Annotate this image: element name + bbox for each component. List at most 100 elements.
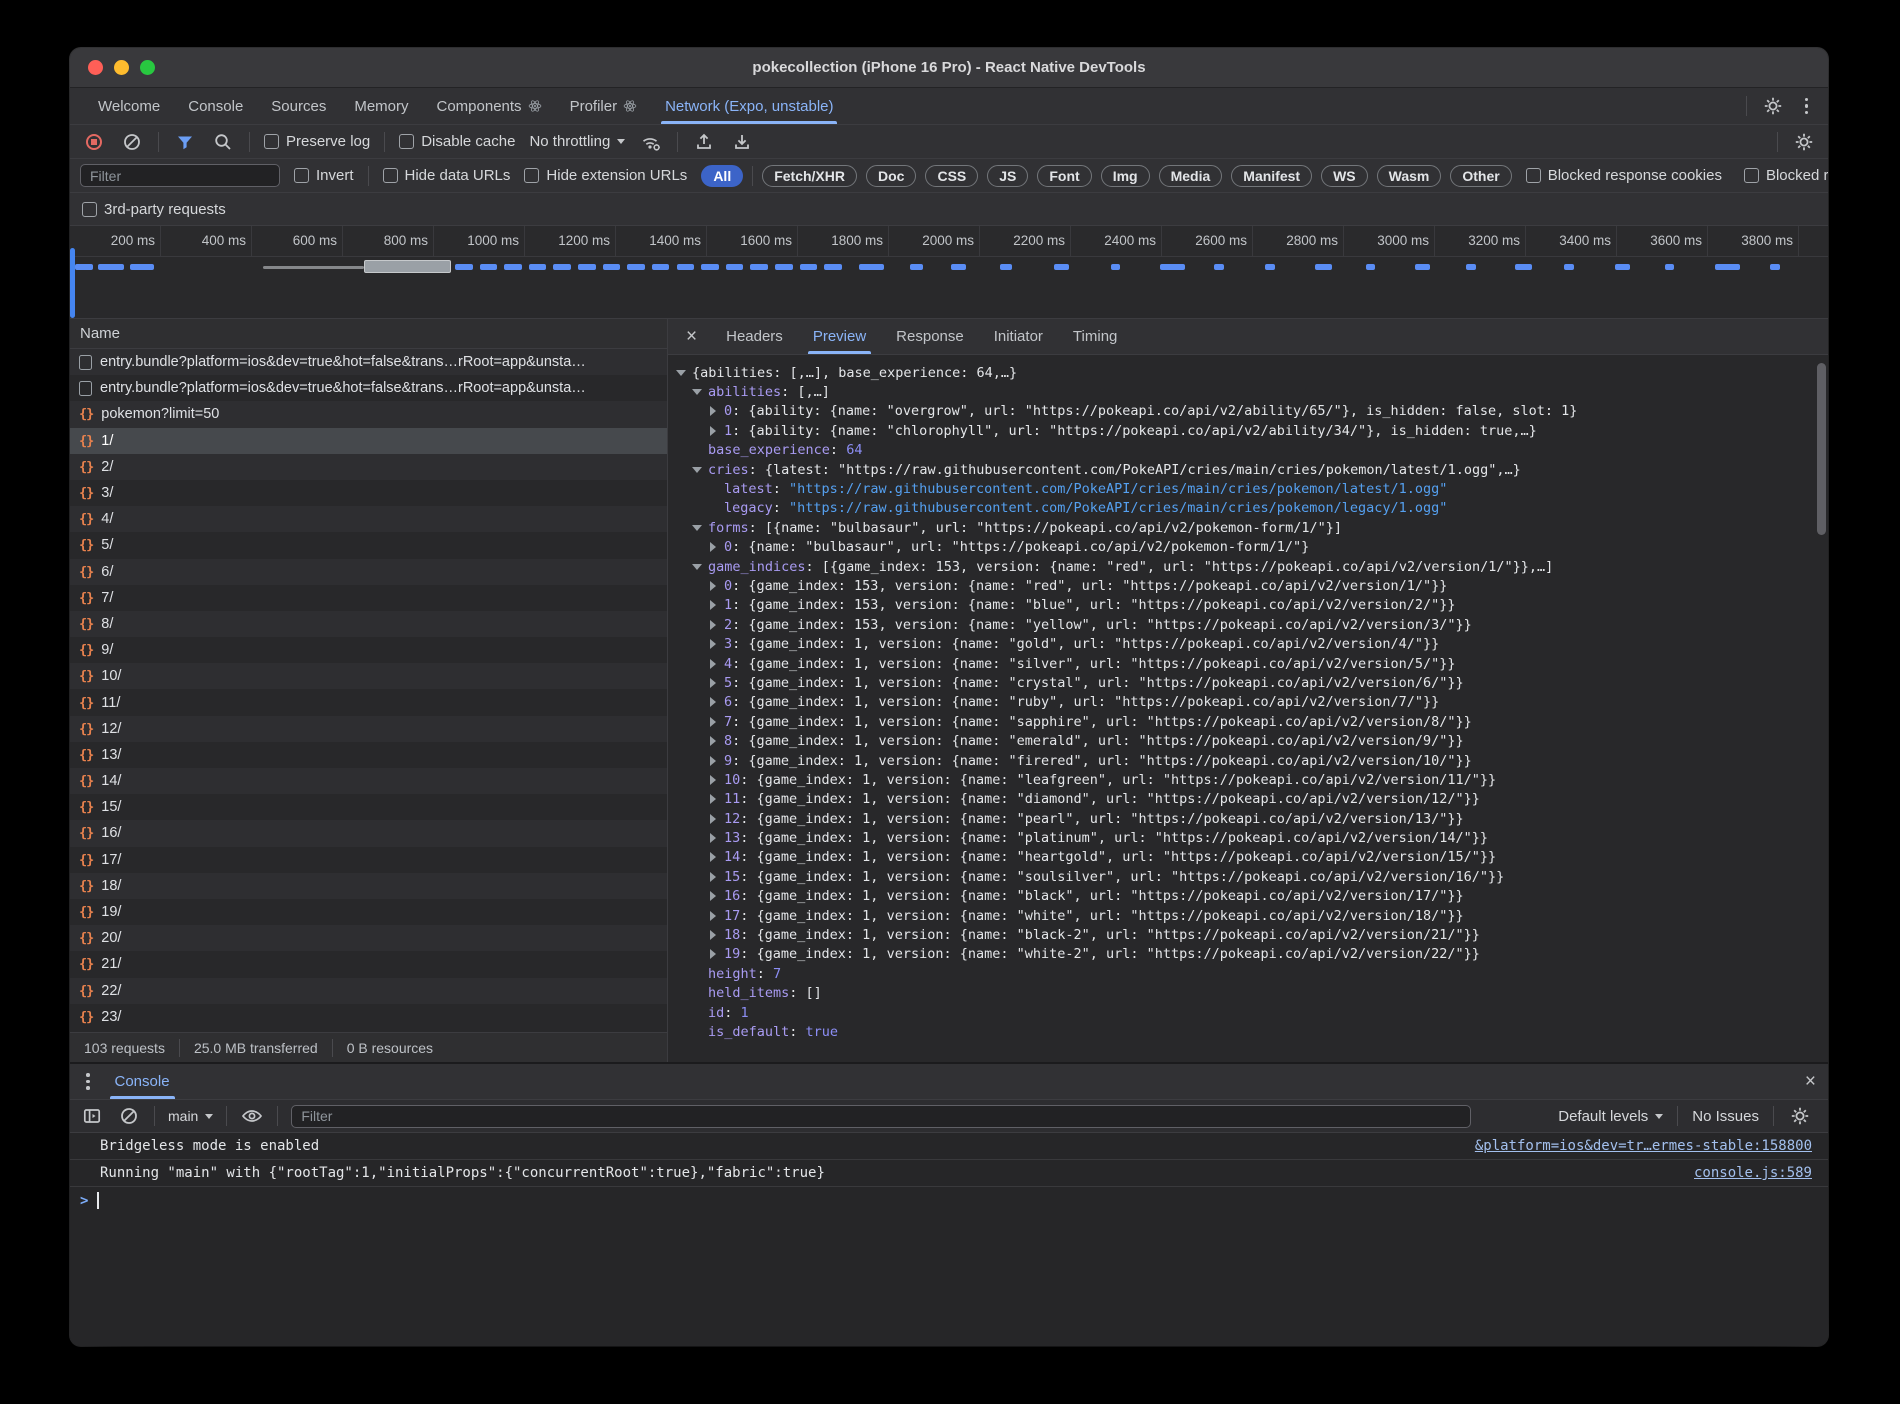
json-tree-row[interactable]: 1: {ability: {name: "chlorophyll", url: … bbox=[676, 421, 1828, 440]
collapsed-arrow-icon[interactable] bbox=[710, 620, 716, 630]
collapsed-arrow-icon[interactable] bbox=[710, 426, 716, 436]
checkbox-box[interactable] bbox=[264, 134, 279, 149]
log-levels-dropdown[interactable]: Default levels bbox=[1558, 1108, 1663, 1125]
filter-chip-all[interactable]: All bbox=[701, 165, 743, 187]
network-settings-gear-icon[interactable] bbox=[1792, 130, 1816, 154]
collapsed-arrow-icon[interactable] bbox=[710, 775, 716, 785]
json-tree-row[interactable]: is_default: true bbox=[676, 1022, 1828, 1041]
json-tree-row[interactable]: legacy: "https://raw.githubusercontent.c… bbox=[676, 499, 1828, 518]
hide-data-urls-checkbox[interactable]: Hide data URLs bbox=[383, 167, 511, 184]
detail-tab-initiator[interactable]: Initiator bbox=[981, 319, 1056, 354]
expanded-arrow-icon[interactable] bbox=[692, 525, 702, 531]
request-row[interactable]: {}2/ bbox=[70, 454, 667, 480]
json-tree-row[interactable]: 0: {ability: {name: "overgrow", url: "ht… bbox=[676, 402, 1828, 421]
more-options-icon[interactable] bbox=[1799, 96, 1815, 117]
expanded-arrow-icon[interactable] bbox=[676, 370, 686, 376]
json-tree-row[interactable]: 8: {game_index: 1, version: {name: "emer… bbox=[676, 731, 1828, 750]
expanded-arrow-icon[interactable] bbox=[692, 389, 702, 395]
request-row[interactable]: {}10/ bbox=[70, 663, 667, 689]
request-row[interactable]: {}11/ bbox=[70, 689, 667, 715]
blocked-requests-checkbox[interactable]: Blocked requests bbox=[1744, 167, 1828, 184]
detail-tab-timing[interactable]: Timing bbox=[1060, 319, 1130, 354]
request-row[interactable]: {}16/ bbox=[70, 820, 667, 846]
tab-network-expo-unstable[interactable]: Network (Expo, unstable) bbox=[651, 88, 847, 124]
export-har-icon[interactable] bbox=[730, 130, 754, 154]
collapsed-arrow-icon[interactable] bbox=[710, 891, 716, 901]
collapsed-arrow-icon[interactable] bbox=[710, 833, 716, 843]
filter-chip-wasm[interactable]: Wasm bbox=[1377, 165, 1442, 187]
collapsed-arrow-icon[interactable] bbox=[710, 911, 716, 921]
third-party-requests-checkbox[interactable]: 3rd-party requests bbox=[82, 201, 226, 218]
request-row[interactable]: {}14/ bbox=[70, 768, 667, 794]
request-row[interactable]: {}22/ bbox=[70, 978, 667, 1004]
request-row[interactable]: {}21/ bbox=[70, 951, 667, 977]
checkbox-box[interactable] bbox=[383, 168, 398, 183]
request-row[interactable]: {}13/ bbox=[70, 742, 667, 768]
close-detail-icon[interactable]: × bbox=[674, 319, 709, 354]
checkbox-box[interactable] bbox=[524, 168, 539, 183]
request-row[interactable]: entry.bundle?platform=ios&dev=true&hot=f… bbox=[70, 349, 667, 375]
filter-chip-font[interactable]: Font bbox=[1037, 165, 1091, 187]
live-expression-eye-icon[interactable] bbox=[240, 1104, 264, 1128]
filter-funnel-icon[interactable] bbox=[173, 130, 197, 154]
json-tree-row[interactable]: 16: {game_index: 1, version: {name: "bla… bbox=[676, 887, 1828, 906]
tab-console[interactable]: Console bbox=[174, 88, 257, 124]
json-tree-row[interactable]: {abilities: [,…], base_experience: 64,…} bbox=[676, 363, 1828, 382]
collapsed-arrow-icon[interactable] bbox=[710, 678, 716, 688]
close-drawer-icon[interactable]: × bbox=[1793, 1064, 1828, 1099]
blocked-response-cookies-checkbox[interactable]: Blocked response cookies bbox=[1526, 167, 1722, 184]
request-row[interactable]: {}17/ bbox=[70, 847, 667, 873]
json-tree-row[interactable]: 14: {game_index: 1, version: {name: "hea… bbox=[676, 848, 1828, 867]
filter-chip-fetch-xhr[interactable]: Fetch/XHR bbox=[762, 165, 857, 187]
network-filter-input[interactable] bbox=[80, 164, 280, 187]
request-row[interactable]: {}pokemon?limit=50 bbox=[70, 401, 667, 427]
collapsed-arrow-icon[interactable] bbox=[710, 794, 716, 804]
console-context-selector[interactable]: main bbox=[168, 1108, 213, 1124]
request-row[interactable]: {}20/ bbox=[70, 925, 667, 951]
request-row[interactable]: {}12/ bbox=[70, 716, 667, 742]
checkbox-box[interactable] bbox=[399, 134, 414, 149]
tab-profiler[interactable]: Profiler bbox=[556, 88, 652, 124]
request-row[interactable]: {}1/ bbox=[70, 428, 667, 454]
json-tree-row[interactable]: 9: {game_index: 1, version: {name: "fire… bbox=[676, 751, 1828, 770]
collapsed-arrow-icon[interactable] bbox=[710, 756, 716, 766]
timeline-selection-handle[interactable] bbox=[70, 248, 75, 318]
json-tree-row[interactable]: 19: {game_index: 1, version: {name: "whi… bbox=[676, 945, 1828, 964]
request-row[interactable]: {}18/ bbox=[70, 873, 667, 899]
hide-extension-urls-checkbox[interactable]: Hide extension URLs bbox=[524, 167, 687, 184]
json-tree-row[interactable]: id: 1 bbox=[676, 1003, 1828, 1022]
json-tree-row[interactable]: cries: {latest: "https://raw.githubuserc… bbox=[676, 460, 1828, 479]
json-tree-row[interactable]: game_indices: [{game_index: 153, version… bbox=[676, 557, 1828, 576]
name-column-header[interactable]: Name bbox=[80, 325, 120, 342]
preserve-log-checkbox[interactable]: Preserve log bbox=[264, 133, 370, 150]
filter-chip-css[interactable]: CSS bbox=[925, 165, 978, 187]
json-tree-row[interactable]: 10: {game_index: 1, version: {name: "lea… bbox=[676, 770, 1828, 789]
checkbox-box[interactable] bbox=[294, 168, 309, 183]
collapsed-arrow-icon[interactable] bbox=[710, 814, 716, 824]
tab-components[interactable]: Components bbox=[423, 88, 556, 124]
filter-chip-ws[interactable]: WS bbox=[1321, 165, 1368, 187]
expanded-arrow-icon[interactable] bbox=[692, 467, 702, 473]
json-tree-row[interactable]: 12: {game_index: 1, version: {name: "pea… bbox=[676, 809, 1828, 828]
json-tree-row[interactable]: 5: {game_index: 1, version: {name: "crys… bbox=[676, 673, 1828, 692]
json-tree-row[interactable]: 6: {game_index: 1, version: {name: "ruby… bbox=[676, 693, 1828, 712]
checkbox-box[interactable] bbox=[1744, 168, 1759, 183]
import-har-icon[interactable] bbox=[692, 130, 716, 154]
network-conditions-icon[interactable] bbox=[639, 130, 663, 154]
request-row[interactable]: {}9/ bbox=[70, 637, 667, 663]
settings-gear-icon[interactable] bbox=[1761, 94, 1785, 118]
filter-chip-manifest[interactable]: Manifest bbox=[1231, 165, 1312, 187]
filter-chip-js[interactable]: JS bbox=[987, 165, 1028, 187]
drawer-menu-icon[interactable] bbox=[80, 1071, 96, 1092]
collapsed-arrow-icon[interactable] bbox=[710, 581, 716, 591]
filter-chip-other[interactable]: Other bbox=[1450, 165, 1511, 187]
collapsed-arrow-icon[interactable] bbox=[710, 872, 716, 882]
json-tree-row[interactable]: height: 7 bbox=[676, 964, 1828, 983]
json-tree-row[interactable]: 17: {game_index: 1, version: {name: "whi… bbox=[676, 906, 1828, 925]
console-settings-gear-icon[interactable] bbox=[1788, 1104, 1812, 1128]
json-tree-row[interactable]: latest: "https://raw.githubusercontent.c… bbox=[676, 479, 1828, 498]
json-tree-row[interactable]: 2: {game_index: 153, version: {name: "ye… bbox=[676, 615, 1828, 634]
request-row[interactable]: {}3/ bbox=[70, 480, 667, 506]
request-row[interactable]: {}8/ bbox=[70, 611, 667, 637]
json-tree-row[interactable]: 0: {game_index: 153, version: {name: "re… bbox=[676, 576, 1828, 595]
